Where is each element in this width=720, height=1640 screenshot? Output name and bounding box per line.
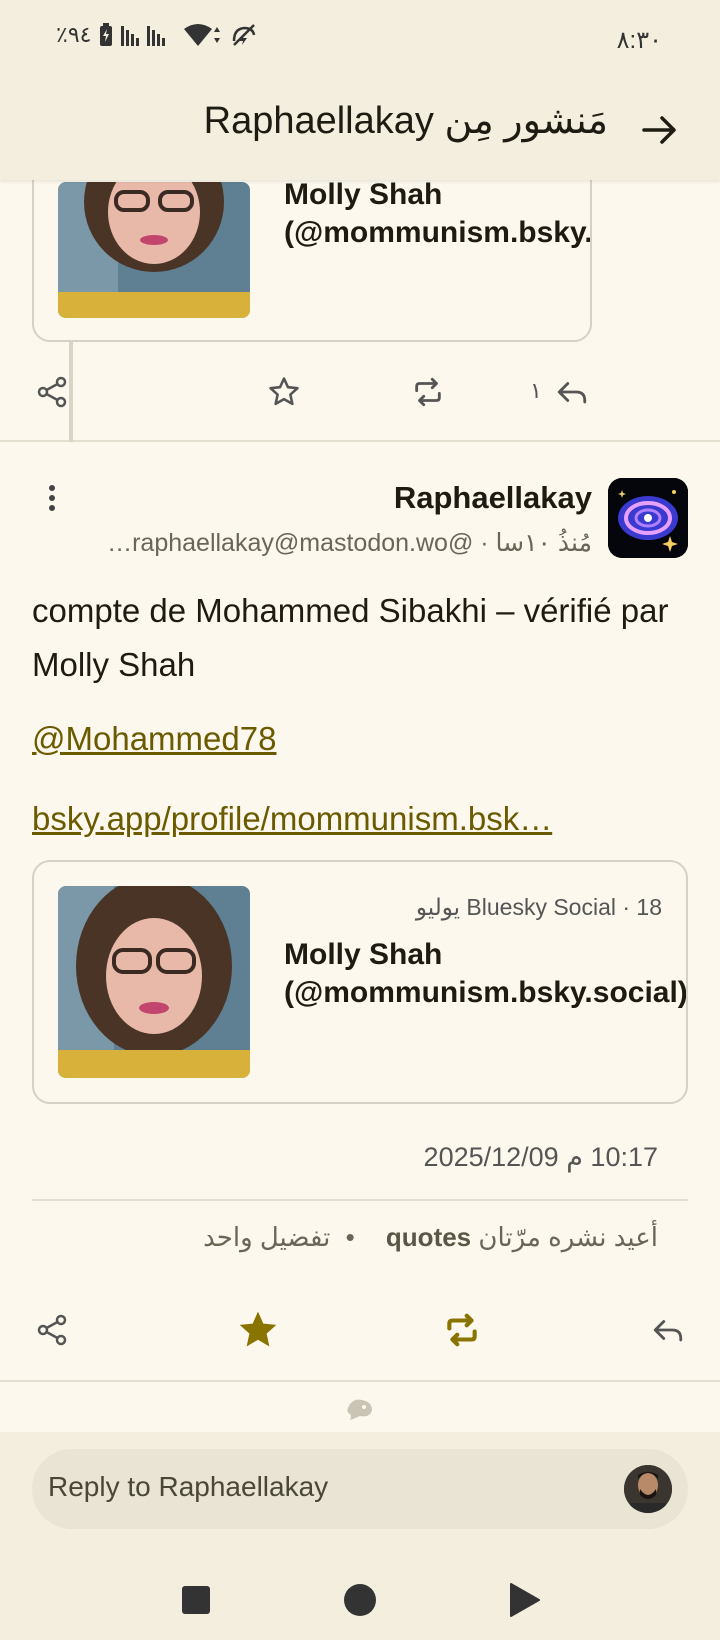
favourite-button[interactable] bbox=[232, 1304, 284, 1356]
reply-placeholder: Reply to Raphaellakay bbox=[48, 1471, 329, 1502]
square-icon bbox=[182, 1586, 210, 1614]
favourite-button[interactable] bbox=[258, 366, 310, 418]
reply-icon bbox=[557, 382, 587, 404]
repeat-icon bbox=[415, 377, 441, 407]
arrow-right-icon bbox=[642, 116, 676, 144]
page-title: مَنشور مِن Raphaellakay bbox=[203, 100, 608, 142]
link-card-title: Molly Shah (@mommunism.bsky.social) bbox=[284, 938, 688, 1009]
post-actions bbox=[0, 1290, 720, 1370]
status-icons: ٪٩٤ bbox=[56, 22, 257, 48]
author-avatar[interactable] bbox=[608, 478, 688, 558]
recents-button[interactable] bbox=[168, 1572, 224, 1628]
top-app-bar: مَنشور مِن Raphaellakay bbox=[0, 80, 720, 180]
reply-input[interactable]: Reply to Raphaellakay bbox=[32, 1449, 688, 1529]
reblogs-count[interactable]: أعيد نشره مرّتان bbox=[478, 1222, 658, 1252]
clock: ٨:٣٠ bbox=[616, 27, 662, 54]
link-card-source: Bluesky Social · 18 يوليو bbox=[415, 894, 662, 920]
back-nav-button[interactable] bbox=[496, 1572, 552, 1628]
reply-button[interactable] bbox=[546, 366, 598, 418]
previous-post-actions: ١ bbox=[0, 352, 720, 432]
quotes-count[interactable]: quotes bbox=[386, 1222, 471, 1252]
divider bbox=[32, 1199, 688, 1201]
reply-count: ١ bbox=[530, 378, 542, 403]
my-avatar bbox=[624, 1465, 672, 1513]
favourites-count[interactable]: تفضيل واحد bbox=[203, 1222, 330, 1252]
share-button[interactable] bbox=[26, 1304, 78, 1356]
author-handle-time: مُنذُ ١٠سا · @raphaellakay@mastodon.wo… bbox=[107, 529, 592, 557]
signal-icon bbox=[121, 26, 166, 46]
share-icon bbox=[37, 1314, 67, 1346]
circle-icon bbox=[344, 1584, 376, 1616]
status-bar: ٪٩٤ ٨:٣٠ bbox=[0, 0, 720, 80]
link-card-title: Molly Shah (@mommunism.bsky.social) bbox=[284, 178, 592, 249]
link-preview-card[interactable]: Bluesky Social · 18 يوليو Molly Shah (@m… bbox=[32, 860, 688, 1104]
data-saver-icon bbox=[233, 24, 256, 46]
star-filled-icon bbox=[239, 1311, 277, 1347]
reply-button[interactable] bbox=[642, 1304, 694, 1356]
divider bbox=[0, 1380, 720, 1382]
star-outline-icon bbox=[269, 377, 299, 406]
more-options-button[interactable] bbox=[36, 478, 68, 518]
link-preview-image bbox=[58, 182, 250, 318]
divider bbox=[0, 440, 720, 442]
mention-link[interactable]: @Mohammed78 bbox=[32, 720, 276, 758]
link-preview-image bbox=[58, 886, 250, 1078]
battery-percent: ٪٩٤ bbox=[56, 22, 92, 47]
share-icon bbox=[37, 376, 67, 408]
triangle-icon bbox=[510, 1583, 540, 1617]
back-button[interactable] bbox=[636, 106, 684, 154]
end-of-thread-icon bbox=[347, 1399, 372, 1420]
post-timestamp: 10:17 م 2025/12/09 bbox=[423, 1142, 658, 1172]
author-name[interactable]: Raphaellakay bbox=[394, 480, 592, 516]
more-vert-icon bbox=[49, 485, 55, 511]
url-link[interactable]: bsky.app/profile/mommunism.bsk… bbox=[32, 800, 552, 838]
post-text: compte de Mohammed Sibakhi – vérifié par… bbox=[32, 592, 669, 683]
home-button[interactable] bbox=[332, 1572, 388, 1628]
reply-icon bbox=[653, 1320, 683, 1342]
system-nav-bar bbox=[0, 1560, 720, 1640]
wifi-icon bbox=[184, 24, 221, 46]
repeat-icon bbox=[447, 1313, 477, 1347]
reblog-button[interactable] bbox=[402, 366, 454, 418]
reblog-button[interactable] bbox=[436, 1304, 488, 1356]
battery-icon bbox=[100, 23, 113, 46]
post-stats: أعيد نشره مرّتان quotes • تفضيل واحد bbox=[203, 1222, 658, 1252]
